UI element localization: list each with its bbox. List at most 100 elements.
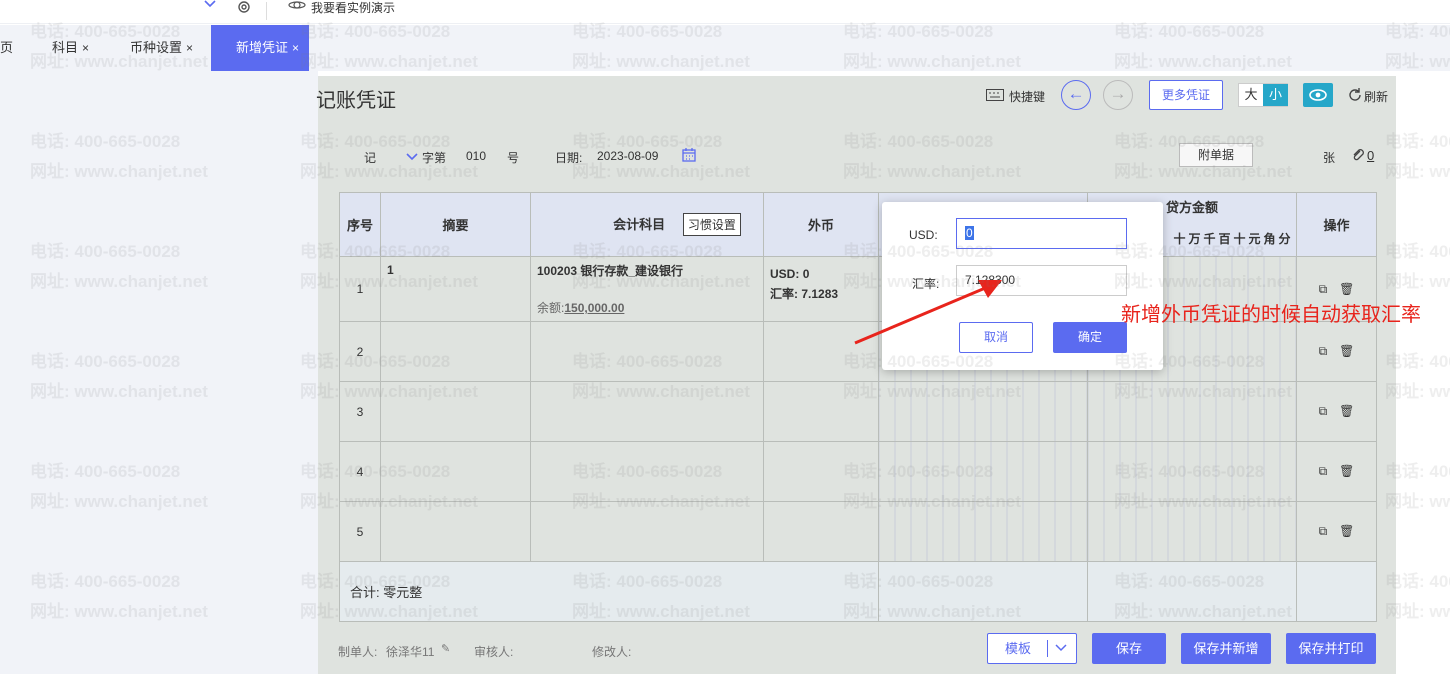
tab-new-voucher[interactable]: 新增凭证 × xyxy=(211,25,310,71)
foreign-cell[interactable] xyxy=(763,381,879,442)
voucher-number[interactable]: 010 xyxy=(466,149,486,163)
attachment-button[interactable]: 附单据 xyxy=(1179,143,1253,167)
table-row: 4 ⧉ 🗑 xyxy=(339,441,1377,502)
voucher-type[interactable]: 记 xyxy=(364,149,376,166)
save-and-print-button[interactable]: 保存并打印 xyxy=(1286,633,1376,664)
copy-icon[interactable]: ⧉ xyxy=(1319,344,1328,359)
digit-label: 分 xyxy=(1278,232,1291,246)
copy-icon[interactable]: ⧉ xyxy=(1319,282,1328,297)
page-root: { "topbar": {"demo_label": "我要看实例演示"}, "… xyxy=(0,0,1450,674)
page-title: 记账凭证 xyxy=(316,90,396,112)
credit-cell[interactable] xyxy=(1087,501,1297,562)
chevron-down-icon[interactable] xyxy=(406,150,418,164)
save-and-new-button[interactable]: 保存并新增 xyxy=(1181,633,1271,664)
close-icon[interactable]: × xyxy=(292,41,299,55)
template-label: 模板 xyxy=(1004,641,1031,656)
header-row: 序号 摘要 会计科目 习惯设置 外币 贷方金额 十万千百十元角分 操作 xyxy=(339,192,1377,257)
attach-count[interactable]: 0 xyxy=(1367,148,1374,163)
digit-label: 元 xyxy=(1248,232,1261,246)
total-text: 零元整 xyxy=(383,585,423,600)
save-button[interactable]: 保存 xyxy=(1092,633,1166,664)
copy-icon[interactable]: ⧉ xyxy=(1319,404,1328,419)
total-cell: 合计: 零元整 xyxy=(339,561,879,622)
voucher-table: 序号 摘要 会计科目 习惯设置 外币 贷方金额 十万千百十元角分 操作 1 1 … xyxy=(339,192,1377,622)
keyboard-icon[interactable] xyxy=(986,89,1004,104)
more-vouchers-button[interactable]: 更多凭证 xyxy=(1149,80,1223,110)
ops-cell: ⧉ 🗑 xyxy=(1296,321,1377,382)
debit-cell[interactable] xyxy=(878,501,1088,562)
shortcut-button[interactable]: 快捷键 xyxy=(1009,88,1045,105)
seq-header: 序号 xyxy=(339,192,381,257)
summary-header: 摘要 xyxy=(380,192,531,257)
summary-cell[interactable]: 1 xyxy=(380,256,531,322)
foreign-cell[interactable] xyxy=(763,441,879,502)
ok-button[interactable]: 确定 xyxy=(1053,322,1127,353)
tab-currency-settings[interactable]: 币种设置 × xyxy=(130,35,193,71)
account-cell[interactable] xyxy=(530,321,764,382)
edit-icon[interactable]: ✎ xyxy=(441,642,450,655)
copy-icon[interactable]: ⧉ xyxy=(1319,464,1328,479)
usd-input[interactable]: 0 xyxy=(956,218,1127,249)
size-small-button[interactable]: 小 xyxy=(1263,84,1288,106)
left-background xyxy=(0,71,318,674)
copy-icon[interactable]: ⧉ xyxy=(1319,524,1328,539)
trash-icon[interactable]: 🗑 xyxy=(1339,344,1354,358)
gear-icon[interactable] xyxy=(236,0,252,17)
summary-cell[interactable] xyxy=(380,321,531,382)
prev-button[interactable]: ← xyxy=(1061,80,1091,110)
calendar-icon[interactable] xyxy=(682,148,696,165)
account-cell[interactable] xyxy=(530,381,764,442)
summary-cell[interactable] xyxy=(380,501,531,562)
close-icon[interactable]: × xyxy=(186,41,193,55)
fx-rate-label: 汇率: xyxy=(770,287,798,301)
refresh-icon[interactable] xyxy=(1349,88,1361,104)
fx-currency: USD: xyxy=(770,267,800,281)
tab-label: 科目 xyxy=(52,40,79,55)
modifier-label: 修改人: xyxy=(592,645,632,659)
debit-cell[interactable] xyxy=(878,381,1088,442)
sheets-label: 张 xyxy=(1323,151,1336,165)
trash-icon[interactable]: 🗑 xyxy=(1339,282,1354,296)
foreign-cell[interactable] xyxy=(763,501,879,562)
account-cell[interactable]: 100203 银行存款_建设银行 余额:150,000.00 xyxy=(530,256,764,322)
account-cell[interactable] xyxy=(530,501,764,562)
tab-bar: 页 科目 × 币种设置 × 新增凭证 × xyxy=(0,25,1450,71)
debit-cell[interactable] xyxy=(878,441,1088,502)
habit-settings-button[interactable]: 习惯设置 xyxy=(682,213,741,236)
account-cell[interactable] xyxy=(530,441,764,502)
credit-cell[interactable] xyxy=(1087,441,1297,502)
date-value[interactable]: 2023-08-09 xyxy=(597,149,658,163)
account-header-label: 会计科目 xyxy=(613,217,666,232)
chevron-down-icon[interactable] xyxy=(1054,642,1068,657)
digit-label: 十 xyxy=(1173,232,1186,246)
template-dropdown[interactable]: 模板 xyxy=(987,633,1077,664)
eye-button[interactable] xyxy=(1303,83,1333,107)
tab-home[interactable]: 页 xyxy=(0,35,13,71)
total-row: 合计: 零元整 xyxy=(339,561,1377,622)
trash-icon[interactable]: 🗑 xyxy=(1339,464,1354,478)
next-button[interactable]: → xyxy=(1103,80,1133,110)
digit-label: 十 xyxy=(1233,232,1246,246)
table-row: 3 ⧉ 🗑 xyxy=(339,381,1377,442)
summary-cell[interactable] xyxy=(380,441,531,502)
row-number: 2 xyxy=(339,321,381,382)
demo-link[interactable]: 我要看实例演示 xyxy=(311,0,395,16)
refresh-button[interactable]: 刷新 xyxy=(1364,88,1388,105)
paperclip-icon[interactable] xyxy=(1351,148,1365,165)
tab-accounts[interactable]: 科目 × xyxy=(52,35,89,71)
summary-cell[interactable] xyxy=(380,381,531,442)
maker-name: 徐泽华11 xyxy=(386,645,435,659)
divider xyxy=(266,2,267,20)
credit-total xyxy=(1087,561,1297,622)
close-icon[interactable]: × xyxy=(82,41,89,55)
ops-total xyxy=(1296,561,1377,622)
chevron-down-icon[interactable] xyxy=(203,0,217,14)
size-large-button[interactable]: 大 xyxy=(1239,84,1263,106)
word-label: 字第 xyxy=(422,151,447,165)
trash-icon[interactable]: 🗑 xyxy=(1339,404,1354,418)
credit-cell[interactable] xyxy=(1087,381,1297,442)
summary-text: 1 xyxy=(387,263,394,277)
top-bar: 我要看实例演示 xyxy=(0,0,1450,24)
trash-icon[interactable]: 🗑 xyxy=(1339,524,1354,538)
tab-label: 币种设置 xyxy=(130,40,183,55)
